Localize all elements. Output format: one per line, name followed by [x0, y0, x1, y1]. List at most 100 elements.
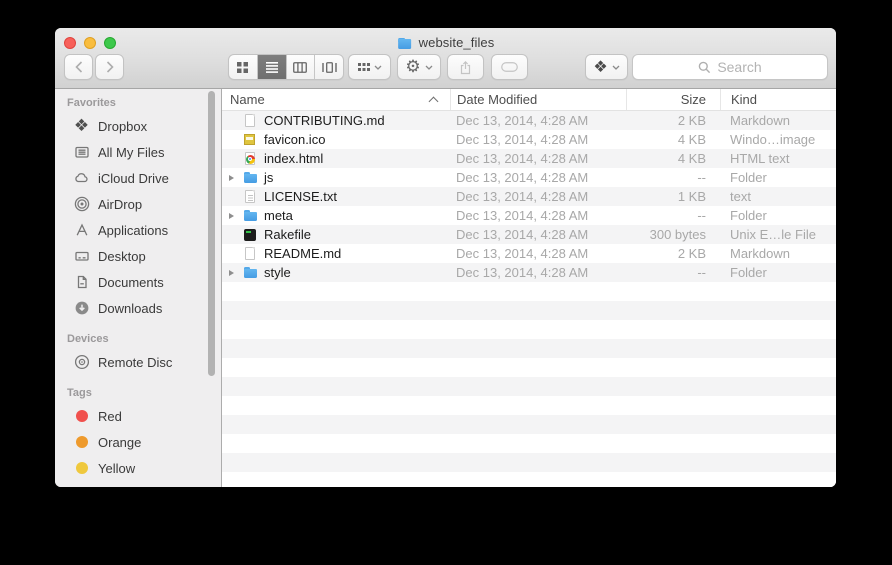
- sidebar-item-red[interactable]: Red: [55, 403, 221, 429]
- tag-icon: [501, 62, 518, 72]
- minimize-button[interactable]: [84, 37, 96, 49]
- date-modified-cell: Dec 13, 2014, 4:28 AM: [450, 246, 626, 261]
- size-cell: 1 KB: [626, 189, 720, 204]
- sidebar-item-downloads[interactable]: Downloads: [55, 295, 221, 321]
- sidebar-item-orange[interactable]: Orange: [55, 429, 221, 455]
- all-my-files-icon: [73, 144, 90, 161]
- file-row-js[interactable]: jsDec 13, 2014, 4:28 AM--Folder: [222, 168, 836, 187]
- sidebar-section-label: Favorites: [55, 93, 221, 113]
- sidebar-scrollbar[interactable]: [208, 91, 215, 376]
- disclosure-triangle[interactable]: [229, 270, 242, 276]
- triangle-right-icon: [229, 175, 234, 181]
- file-name-label: CONTRIBUTING.md: [264, 113, 385, 128]
- date-modified-cell: Dec 13, 2014, 4:28 AM: [450, 113, 626, 128]
- doc-file-icon: [242, 246, 258, 262]
- sidebar-item-label: Desktop: [98, 249, 146, 264]
- folder-file-icon: [242, 265, 258, 281]
- exec-file-icon: [242, 227, 258, 243]
- column-header-name[interactable]: Name: [222, 89, 450, 110]
- kind-cell: Windo…image: [720, 132, 836, 147]
- zoom-button[interactable]: [104, 37, 116, 49]
- sidebar-item-all-my-files[interactable]: All My Files: [55, 139, 221, 165]
- toolbar: website_files ⚙: [55, 28, 836, 89]
- forward-button[interactable]: [95, 54, 124, 80]
- sidebar-item-label: Yellow: [98, 461, 135, 476]
- dropbox-icon: ❖: [73, 118, 90, 135]
- sidebar-item-dropbox[interactable]: ❖Dropbox: [55, 113, 221, 139]
- column-view-icon: [293, 62, 307, 73]
- file-name-label: Rakefile: [264, 227, 311, 242]
- applications-icon: [73, 222, 90, 239]
- file-name-label: style: [264, 265, 291, 280]
- sidebar-item-icloud-drive[interactable]: iCloud Drive: [55, 165, 221, 191]
- file-row-readme-md[interactable]: README.mdDec 13, 2014, 4:28 AM2 KBMarkdo…: [222, 244, 836, 263]
- disclosure-triangle[interactable]: [229, 213, 242, 219]
- file-row-contributing-md[interactable]: CONTRIBUTING.md Dec 13, 2014, 4:28 AM2 KB…: [222, 111, 836, 130]
- icon-view-icon: [237, 62, 248, 73]
- sort-ascending-icon: [429, 97, 439, 107]
- file-row-favicon-ico[interactable]: favicon.icoDec 13, 2014, 4:28 AM4 KBWind…: [222, 130, 836, 149]
- column-view-button[interactable]: [286, 55, 315, 79]
- size-cell: 2 KB: [626, 113, 720, 128]
- column-header-label: Kind: [731, 92, 757, 107]
- arrange-button[interactable]: [348, 54, 391, 80]
- downloads-icon: [73, 300, 90, 317]
- file-row-index-html[interactable]: index.htmlDec 13, 2014, 4:28 AM4 KBHTML …: [222, 149, 836, 168]
- disclosure-triangle[interactable]: [229, 175, 242, 181]
- file-name-cell: index.html: [222, 151, 450, 167]
- ico-file-icon: [242, 132, 258, 148]
- sidebar-item-label: Documents: [98, 275, 164, 290]
- folder-proxy-icon: [397, 35, 413, 50]
- search-input[interactable]: Search: [632, 54, 828, 80]
- column-header-date-modified[interactable]: Date Modified: [450, 89, 626, 110]
- file-name-label: index.html: [264, 151, 323, 166]
- sidebar-item-label: All My Files: [98, 145, 164, 160]
- list-view-button[interactable]: [257, 55, 286, 79]
- sidebar-item-documents[interactable]: Documents: [55, 269, 221, 295]
- back-button[interactable]: [64, 54, 93, 80]
- sidebar-item-yellow[interactable]: Yellow: [55, 455, 221, 481]
- file-name-cell: README.md: [222, 246, 450, 262]
- close-button[interactable]: [64, 37, 76, 49]
- file-name-cell: CONTRIBUTING.md: [222, 113, 450, 129]
- folder-file-icon: [242, 170, 258, 186]
- window-title: website_files: [419, 35, 495, 50]
- list-view-icon: [266, 62, 278, 73]
- size-cell: 300 bytes: [626, 227, 720, 242]
- triangle-right-icon: [229, 270, 234, 276]
- dropbox-button[interactable]: ❖: [585, 54, 628, 80]
- sidebar-item-label: iCloud Drive: [98, 171, 169, 186]
- file-name-cell: LICENSE.txt: [222, 189, 450, 205]
- sidebar-item-applications[interactable]: Applications: [55, 217, 221, 243]
- documents-icon: [73, 274, 90, 291]
- column-header-kind[interactable]: Kind: [720, 89, 836, 110]
- tag-button[interactable]: [491, 54, 528, 80]
- column-header-size[interactable]: Size: [626, 89, 720, 110]
- file-row-rakefile[interactable]: RakefileDec 13, 2014, 4:28 AM300 bytesUn…: [222, 225, 836, 244]
- sidebar-item-label: Orange: [98, 435, 141, 450]
- sidebar-item-airdrop[interactable]: AirDrop: [55, 191, 221, 217]
- file-name-label: js: [264, 170, 273, 185]
- share-button[interactable]: [447, 54, 484, 80]
- sidebar-item-label: Downloads: [98, 301, 162, 316]
- date-modified-cell: Dec 13, 2014, 4:28 AM: [450, 227, 626, 242]
- file-row-license-txt[interactable]: LICENSE.txtDec 13, 2014, 4:28 AM1 KBtext: [222, 187, 836, 206]
- column-header-label: Size: [681, 92, 706, 107]
- share-icon: [459, 60, 472, 75]
- sidebar-item-desktop[interactable]: Desktop: [55, 243, 221, 269]
- sidebar-item-remote-disc[interactable]: Remote Disc: [55, 349, 221, 375]
- file-row-meta[interactable]: metaDec 13, 2014, 4:28 AM--Folder: [222, 206, 836, 225]
- window-title-area: website_files: [397, 35, 495, 50]
- size-cell: 4 KB: [626, 151, 720, 166]
- sidebar-section-tags: TagsRedOrangeYellow: [55, 383, 221, 481]
- file-name-label: LICENSE.txt: [264, 189, 337, 204]
- action-button[interactable]: ⚙: [397, 54, 441, 80]
- icon-view-button[interactable]: [229, 55, 257, 79]
- chevron-down-icon: [374, 65, 382, 70]
- size-cell: --: [626, 208, 720, 223]
- kind-cell: Folder: [720, 208, 836, 223]
- file-row-style[interactable]: styleDec 13, 2014, 4:28 AM--Folder: [222, 263, 836, 282]
- view-mode-segmented-control: [228, 54, 344, 80]
- coverflow-view-button[interactable]: [314, 55, 343, 79]
- date-modified-cell: Dec 13, 2014, 4:28 AM: [450, 170, 626, 185]
